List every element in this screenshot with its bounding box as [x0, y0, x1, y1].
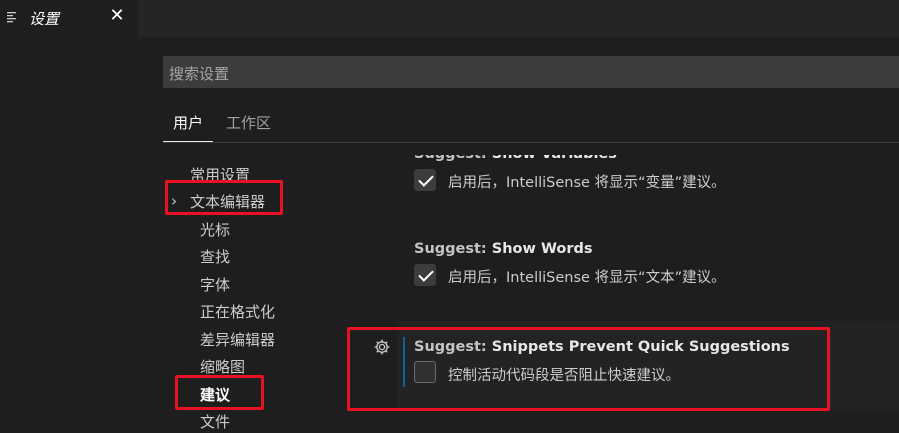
setting-description: 启用后，IntelliSense 将显示“文本”建议。: [448, 270, 726, 286]
annotation-box-text-editor: [165, 180, 283, 215]
settings-editor-icon: [7, 12, 16, 23]
tab-workspace[interactable]: 工作区: [226, 112, 271, 133]
toc-item-find[interactable]: 查找: [200, 246, 230, 267]
close-icon[interactable]: ✕: [108, 6, 126, 26]
annotation-box-setting: [347, 327, 830, 411]
checkbox-show-variables[interactable]: [414, 169, 436, 191]
tab-title: 设置: [29, 10, 60, 28]
settings-tab[interactable]: 设置 ✕: [0, 0, 138, 37]
annotation-box-suggestions: [175, 375, 264, 410]
scroll-clip: [397, 143, 899, 155]
tab-user[interactable]: 用户: [173, 112, 203, 133]
editor-tab-bar: 设置 ✕: [0, 0, 899, 37]
toc-item-cursor[interactable]: 光标: [200, 219, 230, 240]
toc-item-diff-editor[interactable]: 差异编辑器: [200, 329, 275, 350]
toc-item-font[interactable]: 字体: [200, 274, 230, 295]
toc-item-minimap[interactable]: 缩略图: [200, 356, 245, 377]
setting-title: Suggest: Show Words: [414, 241, 593, 257]
search-settings-input[interactable]: 搜索设置: [163, 56, 899, 88]
search-placeholder: 搜索设置: [169, 65, 230, 83]
setting-description: 启用后，IntelliSense 将显示“变量”建议。: [448, 175, 726, 191]
checkbox-show-words[interactable]: [414, 264, 436, 286]
toc-item-formatting[interactable]: 正在格式化: [200, 301, 275, 322]
toc-item-files[interactable]: 文件: [200, 411, 230, 432]
